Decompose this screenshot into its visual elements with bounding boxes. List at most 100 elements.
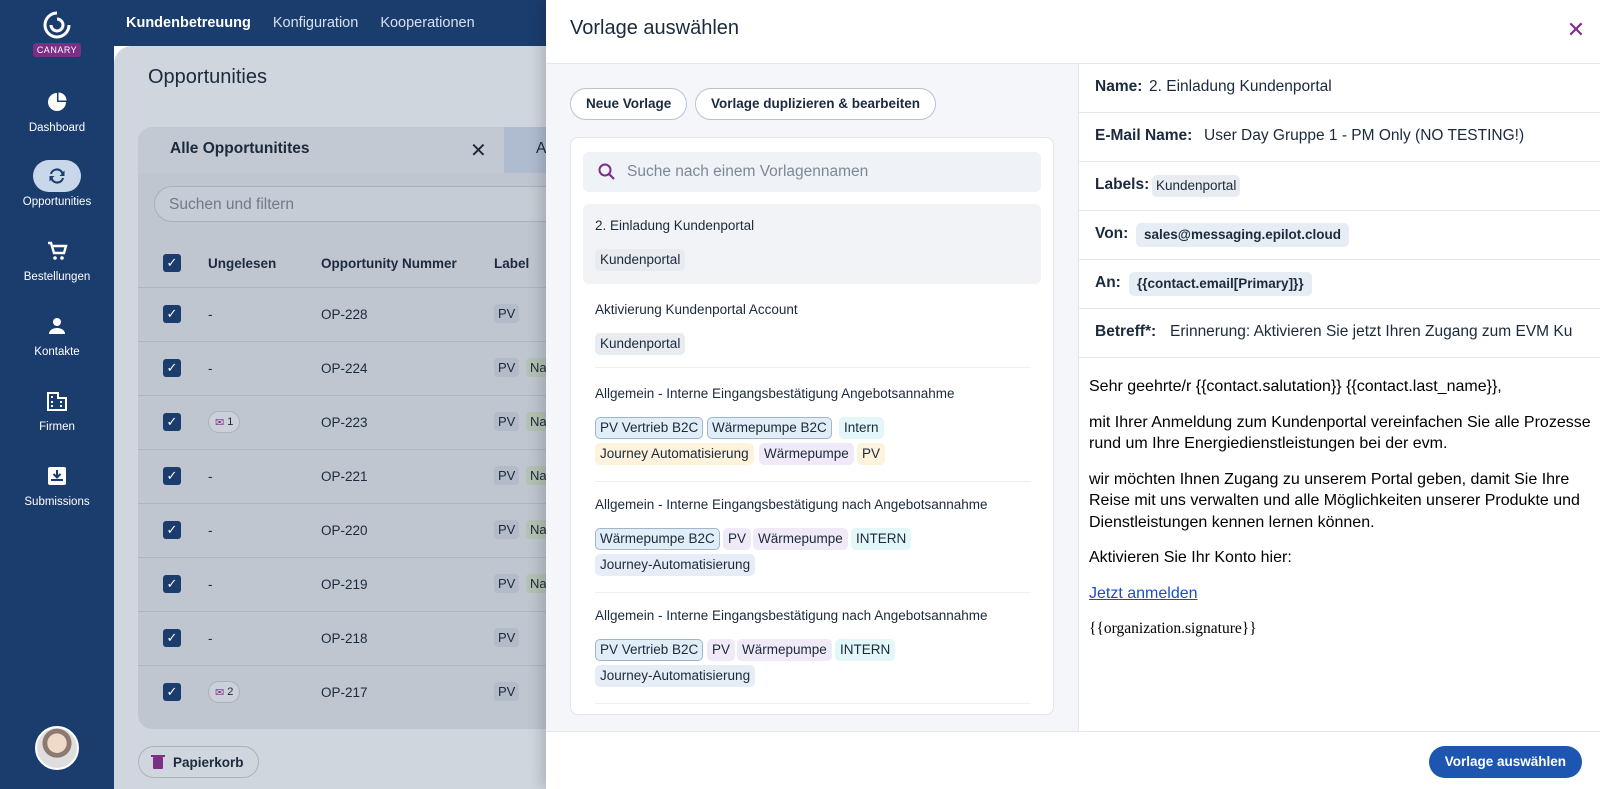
template-item[interactable]: Allgemein - Interne Eingangsbestätigung …: [583, 594, 1041, 704]
pie-chart-icon: [48, 92, 67, 111]
template-name: Allgemein - Interne Eingangsbestätigung …: [595, 497, 988, 512]
row-checkbox[interactable]: ✓: [163, 683, 181, 701]
template-item[interactable]: Aktivierung Kundenportal Account Kundenp…: [583, 288, 1041, 368]
row-divider: [138, 395, 554, 396]
sidebar-item-label: Dashboard: [28, 122, 86, 134]
sidebar-item-dashboard[interactable]: Dashboard: [0, 86, 114, 134]
row-number: OP-224: [321, 361, 368, 376]
sidebar-item-label: Bestellungen: [23, 271, 91, 283]
from-chip: sales@messaging.epilot.cloud: [1136, 223, 1349, 247]
template-name: Allgemein - Interne Eingangsbestätigung …: [595, 608, 988, 623]
email-greeting: Sehr geehrte/r {{contact.salutation}} {{…: [1089, 378, 1502, 395]
row-number: OP-221: [321, 469, 368, 484]
email-activation-link[interactable]: Jetzt anmelden: [1089, 585, 1198, 602]
column-header-unread[interactable]: Ungelesen: [208, 256, 276, 271]
template-tag: PV Vertrieb B2C: [595, 417, 704, 439]
topnav-item-kooperationen[interactable]: Kooperationen: [380, 15, 474, 31]
column-header-number[interactable]: Opportunity Nummer: [321, 256, 457, 271]
template-item[interactable]: Allgemein - Interne Eingangsbestätigung …: [583, 483, 1041, 593]
template-tag: Kundenportal: [595, 249, 686, 271]
mail-icon: ✉: [215, 416, 225, 429]
template-name: 2. Einladung Kundenportal: [595, 218, 755, 233]
from-label: Von:: [1095, 225, 1129, 242]
row-label-tag: PV: [494, 574, 520, 593]
label-tag: Kundenportal: [1152, 175, 1241, 197]
template-tag: Wärmepumpe B2C: [595, 528, 720, 550]
email-paragraph: wir möchten Ihnen Zugang zu unserem Port…: [1089, 470, 1580, 531]
row-checkbox[interactable]: ✓: [163, 359, 181, 377]
sidebar-item-bestellungen[interactable]: Bestellungen: [0, 235, 114, 283]
row-checkbox[interactable]: ✓: [163, 629, 181, 647]
row-checkbox[interactable]: ✓: [163, 521, 181, 539]
preview-to-row: An: {{contact.email[Primary]}}: [1079, 260, 1600, 309]
preview-subject-row: Betreff*: Erinnerung: Aktivieren Sie jet…: [1079, 309, 1600, 358]
close-tab-icon[interactable]: ✕: [470, 138, 487, 163]
template-tag: Intern: [839, 417, 884, 439]
unread-count: 1: [227, 416, 234, 428]
tab-alle-opportunities[interactable]: Alle Opportunitites: [170, 140, 310, 158]
sidebar-item-submissions[interactable]: Submissions: [0, 460, 114, 508]
row-checkbox[interactable]: ✓: [163, 413, 181, 431]
row-label-tag: PV: [494, 628, 520, 647]
row-label-tag: PV: [494, 412, 520, 431]
filter-search-placeholder: Suchen und filtern: [169, 196, 294, 213]
app-logo[interactable]: CANARY: [0, 10, 114, 58]
template-tag: Wärmepumpe: [759, 443, 854, 465]
template-tag: Wärmepumpe B2C: [707, 417, 832, 439]
subject-value: Erinnerung: Aktivieren Sie jetzt Ihren Z…: [1170, 323, 1573, 340]
inbox-icon: [48, 467, 66, 485]
column-header-label[interactable]: Label: [494, 256, 529, 271]
row-checkbox[interactable]: ✓: [163, 467, 181, 485]
preview-name-row: Name: 2. Einladung Kundenportal: [1079, 64, 1600, 113]
list-divider: [595, 367, 1031, 368]
template-item[interactable]: Allgemein - Interne Eingangsbestätigung …: [583, 372, 1041, 482]
row-label-tag: PV: [494, 304, 520, 323]
sidebar-item-opportunities[interactable]: Opportunities: [0, 160, 114, 208]
topnav-item-konfiguration[interactable]: Konfiguration: [273, 15, 358, 31]
row-number: OP-228: [321, 307, 368, 322]
row-number: OP-220: [321, 523, 368, 538]
topnav-item-kundenbetreuung[interactable]: Kundenbetreuung: [126, 15, 251, 31]
row-divider: [138, 665, 554, 666]
unread-count: 2: [227, 686, 234, 698]
trash-icon: [151, 755, 165, 769]
modal-footer: Vorlage auswählen: [546, 731, 1600, 789]
template-name: Allgemein - Interne Eingangsbestätigung …: [595, 386, 955, 401]
select-all-checkbox[interactable]: ✓: [163, 254, 181, 272]
sidebar-item-label: Kontakte: [34, 346, 80, 358]
unread-badge[interactable]: ✉ 2: [208, 681, 241, 703]
unread-badge[interactable]: ✉ 1: [208, 411, 241, 433]
preview-from-row: Von: sales@messaging.epilot.cloud: [1079, 211, 1600, 260]
template-item[interactable]: 2. Einladung Kundenportal Kundenportal: [583, 204, 1041, 284]
row-number: OP-223: [321, 415, 368, 430]
row-checkbox[interactable]: ✓: [163, 305, 181, 323]
template-tag: INTERN: [835, 639, 896, 661]
select-template-button[interactable]: Vorlage auswählen: [1428, 746, 1582, 778]
new-template-button[interactable]: Neue Vorlage: [570, 88, 688, 120]
search-input[interactable]: [627, 152, 1027, 192]
sidebar-item-firmen[interactable]: Firmen: [0, 385, 114, 433]
row-checkbox[interactable]: ✓: [163, 575, 181, 593]
template-search[interactable]: [583, 152, 1041, 192]
row-unread: -: [208, 523, 213, 538]
template-tag: Wärmepumpe: [753, 528, 848, 550]
sidebar-item-label: Firmen: [39, 421, 75, 433]
sidebar: CANARY Dashboard Opportunities Bestellun…: [0, 0, 114, 789]
mail-icon: ✉: [215, 686, 225, 699]
row-unread: -: [208, 361, 213, 376]
duplicate-edit-button[interactable]: Vorlage duplizieren & bearbeiten: [695, 88, 937, 120]
cart-icon: [48, 241, 68, 260]
template-tag: Kundenportal: [595, 333, 686, 355]
building-icon: [47, 392, 67, 411]
row-unread: -: [208, 469, 213, 484]
sidebar-item-label: Submissions: [24, 496, 90, 508]
avatar[interactable]: [35, 726, 79, 770]
person-icon: [49, 318, 65, 334]
close-icon[interactable]: ✕: [1564, 18, 1588, 42]
trash-button[interactable]: Papierkorb: [138, 746, 259, 778]
sidebar-item-kontakte[interactable]: Kontakte: [0, 310, 114, 358]
template-picker-modal: Vorlage auswählen ✕ Neue Vorlage Vorlage…: [546, 0, 1600, 789]
template-tag: PV: [723, 528, 752, 550]
email-name-value: User Day Gruppe 1 - PM Only (NO TESTING!…: [1204, 127, 1525, 144]
name-label: Name:: [1095, 78, 1143, 95]
